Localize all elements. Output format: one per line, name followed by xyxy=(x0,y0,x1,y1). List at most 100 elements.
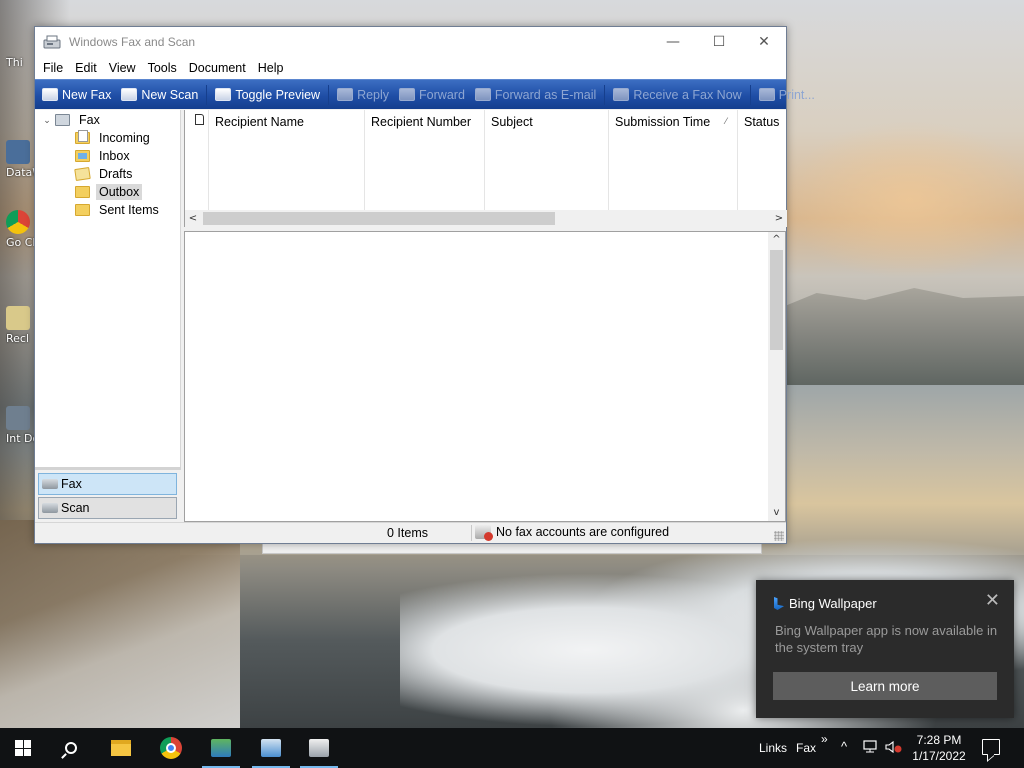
notification-toast[interactable]: Bing Wallpaper ✕ Bing Wallpaper app is n… xyxy=(756,580,1014,718)
column-header-submission-time[interactable]: Submission Time ⁄ xyxy=(609,110,738,210)
chrome-icon xyxy=(6,210,30,234)
new-scan-label: New Scan xyxy=(141,87,199,102)
toast-header: Bing Wallpaper xyxy=(774,596,877,611)
network-app-icon xyxy=(261,739,281,757)
outbox-folder-icon xyxy=(75,186,90,198)
desktop-icon-label: DataW xyxy=(6,166,36,179)
nav-fax-button[interactable]: Fax xyxy=(38,473,177,495)
close-icon[interactable]: ✕ xyxy=(985,590,1000,611)
new-fax-button[interactable]: New Fax xyxy=(37,83,116,107)
bing-icon xyxy=(774,597,784,610)
taskbar-fax-scan[interactable] xyxy=(296,728,342,768)
reply-button[interactable]: Reply xyxy=(332,83,394,107)
app-icon xyxy=(211,739,231,757)
desktop-icon-label: Int Dow xyxy=(6,432,36,445)
show-hidden-icons[interactable]: ^ xyxy=(841,739,847,754)
desktop-icon[interactable]: DataW xyxy=(6,140,36,179)
receive-fax-label: Receive a Fax Now xyxy=(633,87,742,102)
nav-fax-label: Fax xyxy=(61,477,82,491)
tree-item-drafts[interactable]: Drafts xyxy=(74,165,135,183)
receive-fax-button[interactable]: Receive a Fax Now xyxy=(608,83,746,107)
tree-label: Drafts xyxy=(99,167,133,181)
menu-tools[interactable]: Tools xyxy=(142,61,183,75)
message-list[interactable]: Recipient Name Recipient Number Subject … xyxy=(184,110,787,227)
tree-item-outbox[interactable]: Outbox xyxy=(75,183,143,201)
scroll-thumb[interactable] xyxy=(770,250,783,350)
scroll-left-icon[interactable]: < xyxy=(185,213,201,224)
desktop-icon[interactable]: Recl xyxy=(6,306,36,345)
toast-app-name: Bing Wallpaper xyxy=(789,596,877,611)
column-label: Submission Time xyxy=(615,115,711,129)
column-header-subject[interactable]: Subject xyxy=(485,110,609,210)
shortcut-icon xyxy=(6,140,30,164)
column-header-type[interactable] xyxy=(185,110,209,210)
new-scan-button[interactable]: New Scan xyxy=(116,83,203,107)
menu-help[interactable]: Help xyxy=(252,61,290,75)
taskbar-app[interactable] xyxy=(198,728,244,768)
volume-muted-icon[interactable] xyxy=(884,740,904,758)
tree-item-sent-items[interactable]: Sent Items xyxy=(75,201,162,219)
tree-item-inbox[interactable]: Inbox xyxy=(75,147,133,165)
desktop-icon[interactable]: Go Chr xyxy=(6,210,36,249)
search-button[interactable] xyxy=(48,728,94,768)
minimize-button[interactable]: — xyxy=(650,27,696,57)
print-button[interactable]: Print... xyxy=(754,83,820,107)
column-header-recipient-name[interactable]: Recipient Name xyxy=(209,110,365,210)
desktop-icon[interactable]: Int Dow xyxy=(6,406,36,445)
chevron-down-icon[interactable]: ⌄ xyxy=(41,115,53,126)
start-button[interactable] xyxy=(0,728,46,768)
menu-bar: File Edit View Tools Document Help xyxy=(35,57,786,79)
forward-email-button[interactable]: Forward as E-mail xyxy=(470,83,601,107)
menu-view[interactable]: View xyxy=(103,61,142,75)
scroll-right-icon[interactable]: > xyxy=(771,213,787,224)
nav-scan-button[interactable]: Scan xyxy=(38,497,177,519)
learn-more-button[interactable]: Learn more xyxy=(773,672,997,700)
forward-email-label: Forward as E-mail xyxy=(494,87,597,102)
system-clock[interactable]: 7:28 PM 1/17/2022 xyxy=(906,732,972,764)
close-button[interactable]: ✕ xyxy=(741,27,787,57)
toolbar-fax[interactable]: Fax xyxy=(796,741,816,755)
network-icon[interactable] xyxy=(862,740,880,758)
chrome-icon xyxy=(160,737,182,759)
recycle-bin-icon xyxy=(6,306,30,330)
horizontal-scrollbar[interactable]: < > xyxy=(185,210,787,227)
print-label: Print... xyxy=(778,87,815,102)
scroll-track[interactable] xyxy=(201,211,771,226)
forward-button[interactable]: Forward xyxy=(394,83,470,107)
tree-label: Sent Items xyxy=(99,203,159,217)
document-icon xyxy=(195,114,204,125)
vertical-scrollbar[interactable]: ^ v xyxy=(768,232,785,521)
desktop-icon[interactable]: Thi xyxy=(6,56,36,69)
inbox-folder-icon xyxy=(75,150,90,162)
tree-item-fax[interactable]: ⌄ Fax xyxy=(35,111,103,129)
column-header-recipient-number[interactable]: Recipient Number xyxy=(365,110,485,210)
taskbar-file-explorer[interactable] xyxy=(98,728,144,768)
toggle-preview-button[interactable]: Toggle Preview xyxy=(210,83,325,107)
preview-pane-icon xyxy=(215,88,232,101)
desktop-icon-label: Go Chr xyxy=(6,236,36,249)
taskbar-app[interactable] xyxy=(248,728,294,768)
menu-file[interactable]: File xyxy=(37,61,69,75)
taskbar-chrome[interactable] xyxy=(148,728,194,768)
tree-item-incoming[interactable]: Incoming xyxy=(75,129,153,147)
toolbar-overflow-icon[interactable]: » xyxy=(821,732,828,746)
resize-grip-icon[interactable] xyxy=(774,531,784,541)
scroll-up-icon[interactable]: ^ xyxy=(768,232,785,248)
preview-pane[interactable]: ^ v xyxy=(184,231,786,522)
new-fax-label: New Fax xyxy=(62,87,112,102)
fax-scan-window: Windows Fax and Scan — ☐ ✕ File Edit Vie… xyxy=(34,26,815,544)
action-center-icon[interactable] xyxy=(982,739,1000,755)
scroll-thumb[interactable] xyxy=(203,212,555,225)
menu-edit[interactable]: Edit xyxy=(69,61,103,75)
title-bar[interactable]: Windows Fax and Scan — ☐ ✕ xyxy=(35,27,786,57)
minimize-icon: — xyxy=(666,34,680,50)
menu-document[interactable]: Document xyxy=(183,61,252,75)
maximize-button[interactable]: ☐ xyxy=(696,27,742,57)
tree-label: Fax xyxy=(79,113,100,127)
fax-machine-icon xyxy=(309,739,329,757)
column-header-status[interactable]: Status xyxy=(738,110,787,210)
reply-icon xyxy=(337,88,354,101)
toolbar-links[interactable]: Links xyxy=(759,741,787,755)
reply-label: Reply xyxy=(357,87,390,102)
scroll-down-icon[interactable]: v xyxy=(768,505,785,521)
